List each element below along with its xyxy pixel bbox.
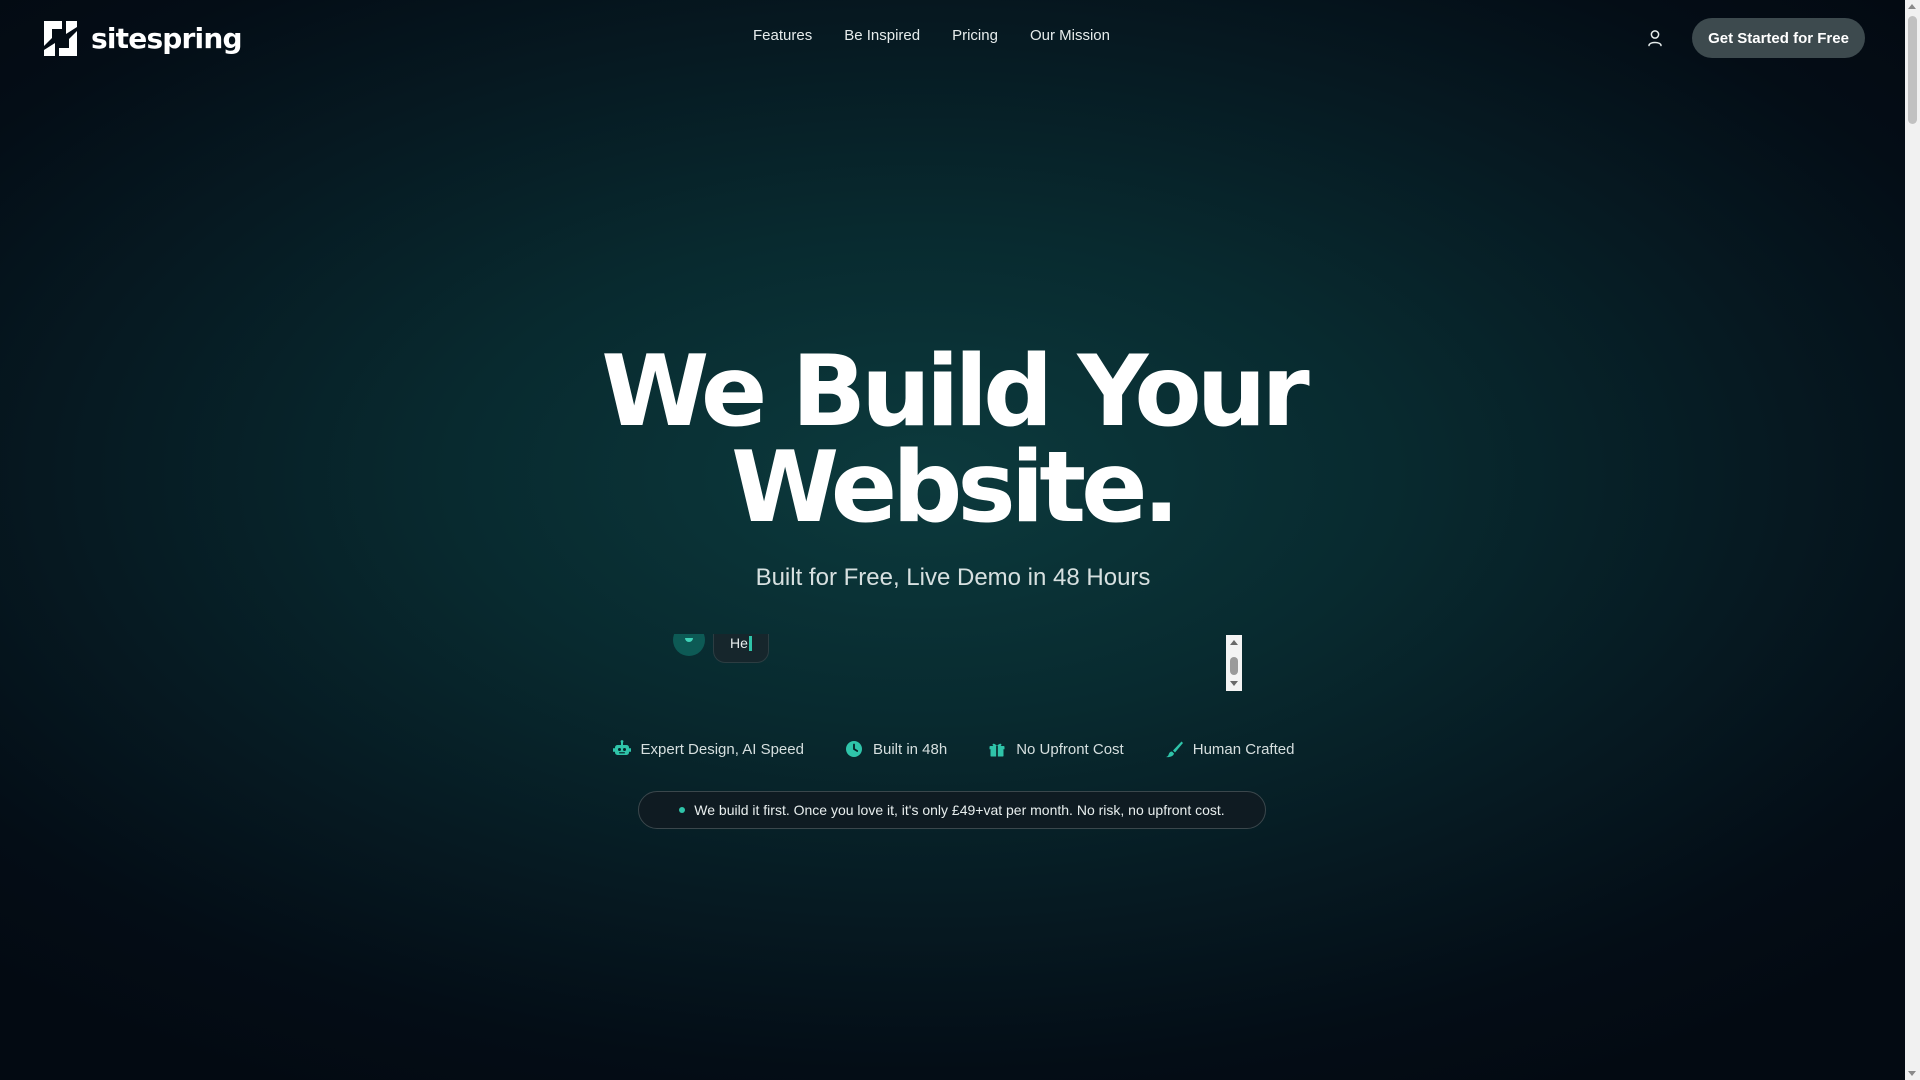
feature-list: Expert Design, AI Speed Built in 48h No …: [0, 739, 1906, 759]
feature-item: Expert Design, AI Speed: [612, 739, 804, 759]
chat-scrollbar[interactable]: [1226, 635, 1242, 691]
chat-scrollbar-thumb[interactable]: [1230, 657, 1238, 675]
typing-caret: [748, 635, 752, 651]
feature-label: Expert Design, AI Speed: [640, 740, 804, 758]
brand-name: sitespring: [91, 22, 243, 55]
page-scrollbar-thumb[interactable]: [1908, 16, 1917, 124]
pricing-notice-text: We build it first. Once you love it, it'…: [694, 802, 1225, 818]
get-started-button[interactable]: Get Started for Free: [1692, 18, 1865, 58]
feature-item: No Upfront Cost: [987, 739, 1124, 759]
clock-icon: [845, 741, 862, 757]
robot-icon: [612, 740, 631, 755]
smile-icon: [685, 638, 693, 642]
assistant-avatar: [673, 634, 705, 656]
feature-label: Human Crafted: [1192, 740, 1295, 758]
scroll-up-arrow-icon[interactable]: [1230, 640, 1238, 645]
hero-subtitle: Built for Free, Live Demo in 48 Hours: [755, 564, 1151, 591]
brush-icon: [1165, 741, 1183, 758]
chat-message-text: He: [730, 635, 748, 651]
nav-item-our-mission[interactable]: Our Mission: [1030, 27, 1110, 44]
feature-label: Built in 48h: [872, 740, 948, 758]
scroll-down-arrow-icon[interactable]: [1230, 681, 1238, 686]
status-dot-icon: [679, 807, 686, 813]
hero-title: We Build Your Website.: [0, 343, 1906, 537]
page-scrollbar[interactable]: [1905, 0, 1920, 1080]
feature-item: Built in 48h: [844, 739, 947, 759]
feature-item: Human Crafted: [1164, 739, 1295, 759]
hero-title-line-2: Website.: [731, 431, 1180, 545]
nav-item-pricing[interactable]: Pricing: [952, 27, 998, 44]
nav-item-features[interactable]: Features: [753, 27, 812, 44]
feature-label: No Upfront Cost: [1016, 740, 1124, 758]
gift-icon: [989, 743, 1005, 757]
main-nav: Features Be Inspired Pricing Our Mission: [753, 27, 1110, 44]
user-icon[interactable]: [1647, 29, 1663, 47]
chat-preview[interactable]: He: [670, 634, 1242, 690]
pricing-notice: We build it first. Once you love it, it'…: [638, 791, 1266, 829]
page-scroll-down-icon[interactable]: [1908, 1071, 1916, 1076]
chat-message-bubble: He: [713, 634, 769, 663]
nav-item-be-inspired[interactable]: Be Inspired: [844, 27, 920, 44]
brand-logo[interactable]: sitespring: [40, 18, 243, 59]
sitespring-logo-icon: [44, 21, 77, 56]
page-scroll-up-icon[interactable]: [1908, 4, 1916, 9]
